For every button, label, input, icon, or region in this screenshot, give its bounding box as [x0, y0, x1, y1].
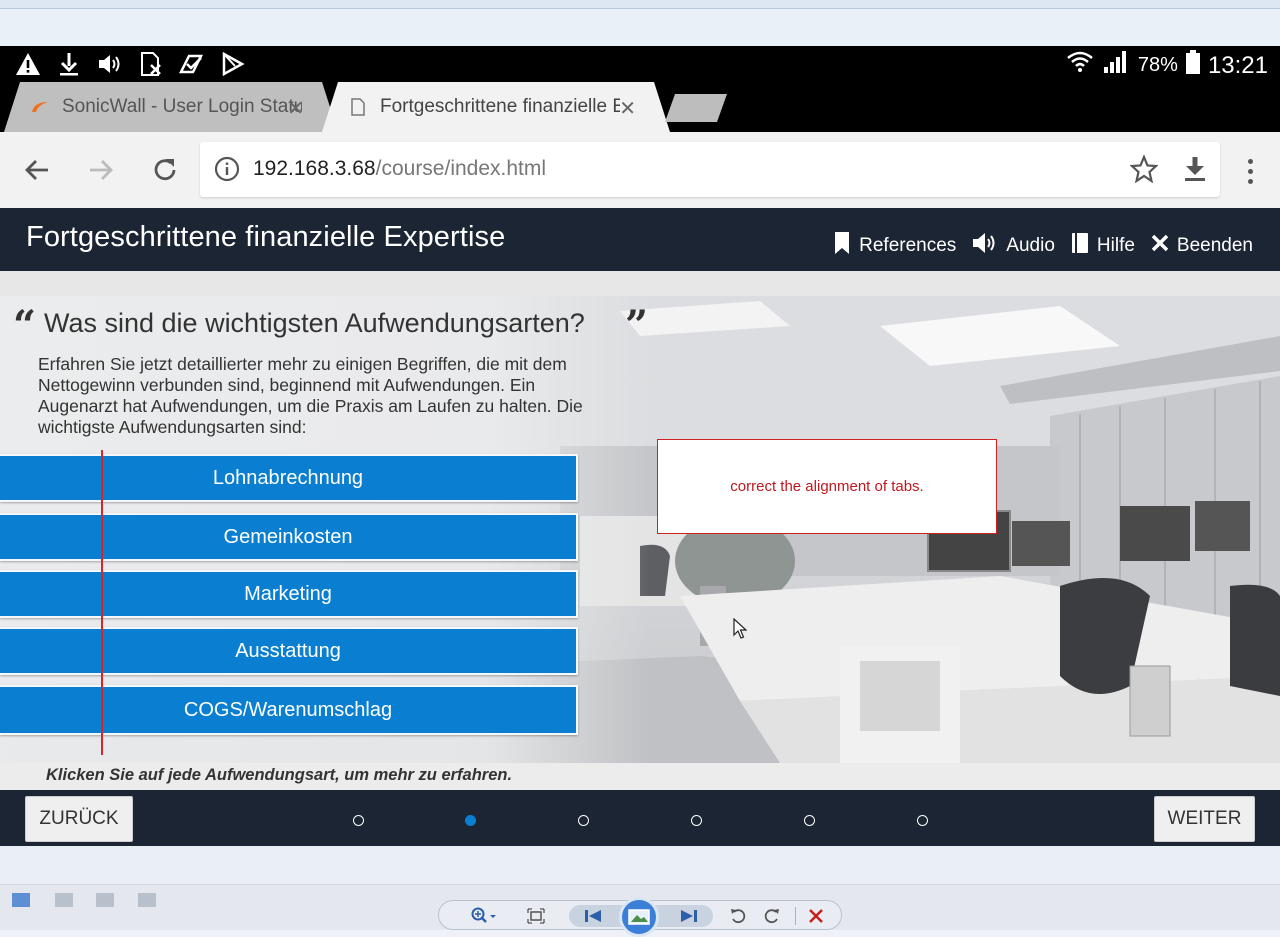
volume-icon [96, 51, 123, 77]
expense-tab-label: Gemeinkosten [223, 525, 353, 548]
question-heading: Was sind die wichtigsten Aufwendungsarte… [44, 308, 585, 338]
review-annotation-text: correct the alignment of tabs. [730, 478, 924, 495]
mouse-cursor-icon [733, 617, 748, 644]
fit-to-window-icon[interactable] [525, 905, 547, 927]
tab-label: SonicWall - User Login Status [62, 96, 302, 117]
next-image-icon[interactable] [675, 905, 703, 927]
url-text: 192.168.3.68/course/index.html [253, 157, 546, 181]
reload-icon[interactable] [147, 152, 183, 188]
expense-tab-overhead[interactable]: Gemeinkosten [0, 513, 578, 561]
flight-check-icon [178, 51, 205, 77]
page-favicon-icon [348, 97, 368, 117]
battery-icon [1185, 50, 1200, 81]
rotate-right-icon[interactable] [761, 905, 783, 927]
next-button-label: WEITER [1167, 808, 1242, 829]
close-x-icon [1151, 234, 1169, 258]
review-annotation-box: correct the alignment of tabs. [657, 439, 997, 534]
intro-paragraph: Erfahren Sie jetzt detaillierter mehr zu… [38, 354, 583, 437]
previous-image-icon[interactable] [579, 905, 607, 927]
progress-dot-5[interactable] [804, 815, 815, 826]
tab-label: Fortgeschrittene finanzielle Expertise [380, 96, 620, 117]
instruction-text: Klicken Sie auf jede Aufwendungsart, um … [46, 766, 513, 784]
taskbar-app-icon [55, 893, 73, 907]
url-path: /course/index.html [375, 157, 547, 180]
toolbar-divider [795, 907, 796, 925]
expense-tab-marketing[interactable]: Marketing [0, 570, 578, 618]
progress-dot-2-current[interactable] [465, 815, 476, 826]
help-label: Hilfe [1096, 235, 1135, 256]
battery-percentage: 78% [1137, 54, 1178, 76]
audio-label: Audio [1006, 235, 1055, 256]
signal-icon [1102, 49, 1130, 82]
progress-dot-6[interactable] [917, 815, 928, 826]
instruction-bar: Klicken Sie auf jede Aufwendungsart, um … [0, 763, 1280, 790]
course-nav: References Audio Hilfe Beenden [833, 231, 1253, 261]
content-stage: “ Was sind die wichtigsten Aufwendungsar… [0, 296, 1280, 763]
download-icon [55, 51, 82, 77]
taskbar-app-icon [12, 893, 30, 907]
browser-tab-bar: SonicWall - User Login Status ✕ Fortgesc… [0, 82, 1280, 132]
status-bar: 78% 13:21 [0, 46, 1280, 82]
slideshow-icon[interactable] [619, 897, 659, 937]
help-button[interactable]: Hilfe [1071, 231, 1135, 261]
document-x-icon [137, 51, 164, 77]
references-button[interactable]: References [833, 231, 956, 261]
book-icon [1071, 232, 1089, 260]
info-icon[interactable] [214, 156, 240, 186]
image-viewer-toolbar [438, 897, 842, 937]
tab-course[interactable]: Fortgeschrittene finanzielle Expertise ✕ [322, 82, 670, 132]
new-tab-button[interactable] [665, 94, 727, 122]
expense-tab-label: COGS/Warenumschlag [183, 698, 393, 721]
taskbar-app-icon [96, 893, 114, 907]
course-header: Fortgeschrittene finanzielle Expertise R… [0, 208, 1280, 271]
wifi-icon [1066, 48, 1094, 83]
play-store-icon [219, 51, 246, 77]
outer-window-edge [0, 0, 1280, 9]
warning-icon [14, 51, 41, 77]
close-quote-icon: ” [625, 302, 649, 349]
course-footer: ZURÜCK WEITER [0, 790, 1280, 846]
expense-tab-label: Ausstattung [235, 639, 341, 662]
overflow-menu-icon[interactable] [1236, 154, 1264, 188]
course-title: Fortgeschrittene finanzielle Expertise [26, 221, 506, 253]
next-button[interactable]: WEITER [1154, 796, 1255, 842]
audio-button[interactable]: Audio [972, 231, 1055, 261]
expense-tab-cogs[interactable]: COGS/Warenumschlag [0, 685, 578, 735]
back-arrow-icon[interactable] [19, 152, 55, 188]
bookmark-icon [833, 231, 851, 261]
address-bar[interactable]: 192.168.3.68/course/index.html [200, 142, 1220, 197]
references-label: References [859, 235, 957, 256]
tab-sonicwall[interactable]: SonicWall - User Login Status ✕ [4, 82, 338, 132]
progress-dot-3[interactable] [578, 815, 589, 826]
bookmark-star-icon[interactable] [1129, 154, 1159, 187]
exit-label: Beenden [1176, 235, 1253, 256]
forward-arrow-icon[interactable] [83, 152, 119, 188]
delete-icon[interactable] [805, 905, 827, 927]
rotate-left-icon[interactable] [727, 905, 749, 927]
back-button[interactable]: ZURÜCK [25, 796, 133, 842]
progress-dot-1[interactable] [353, 815, 364, 826]
header-spacer [0, 271, 1280, 296]
taskbar-app-icon [138, 893, 156, 907]
close-icon[interactable]: ✕ [287, 96, 304, 121]
clock: 13:21 [1207, 51, 1268, 79]
url-host: 192.168.3.68 [253, 157, 376, 180]
expense-tab-payroll[interactable]: Lohnabrechnung [0, 454, 578, 502]
zoom-icon[interactable] [467, 905, 501, 927]
close-icon[interactable]: ✕ [619, 96, 636, 121]
exit-button[interactable]: Beenden [1151, 231, 1253, 261]
open-quote-icon: “ [13, 302, 37, 349]
expense-tab-equipment[interactable]: Ausstattung [0, 627, 578, 675]
expense-tab-label: Marketing [244, 582, 332, 605]
alignment-marker-line [101, 450, 103, 755]
expense-tab-label: Lohnabrechnung [212, 466, 364, 489]
sonicwall-favicon-icon [30, 97, 50, 117]
outer-window-strip [0, 0, 1280, 46]
back-button-label: ZURÜCK [39, 808, 119, 829]
download-page-icon[interactable] [1182, 155, 1208, 187]
progress-dot-4[interactable] [691, 815, 702, 826]
speaker-icon [972, 232, 998, 260]
